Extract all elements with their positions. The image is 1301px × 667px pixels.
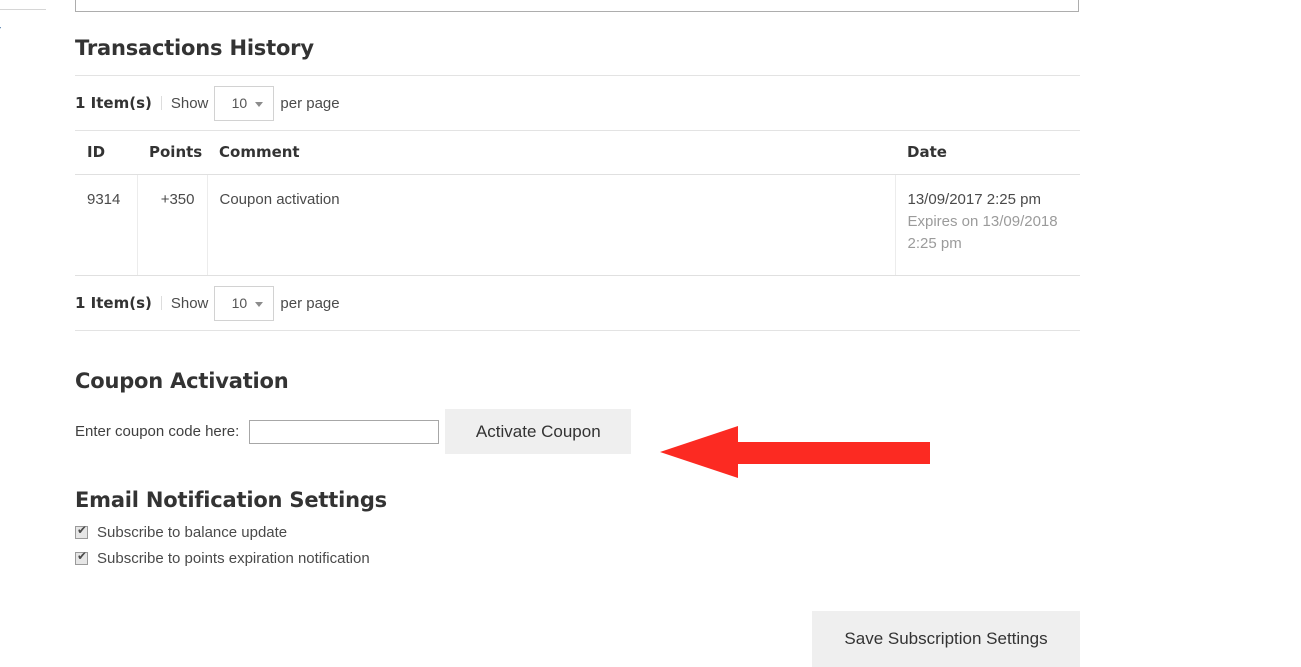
- coupon-code-label: Enter coupon code here:: [75, 423, 240, 440]
- sidebar-divider: [0, 9, 46, 10]
- coupon-code-input[interactable]: [249, 419, 440, 444]
- cell-date-expires: Expires on 13/09/2018 2:25 pm: [907, 213, 1058, 252]
- cell-date-created: 13/09/2017 2:25 pm: [907, 191, 1041, 208]
- sidebar-fragment: r: [0, 0, 46, 60]
- cell-date: 13/09/2017 2:25 pm Expires on 13/09/2018…: [894, 174, 1080, 276]
- subscribe-points-expiration-row[interactable]: ✔ Subscribe to points expiration notific…: [75, 550, 1080, 567]
- pager-bottom-limiter-value: 10: [231, 295, 248, 311]
- pager-top-per-page-label: per page: [280, 94, 340, 112]
- email-notification-settings-title: Email Notification Settings: [75, 488, 387, 512]
- coupon-activation-section: Coupon Activation Enter coupon code here…: [75, 369, 1080, 454]
- pager-top-limiter-value: 10: [231, 95, 248, 111]
- pager-top-item-count: 1 Item(s): [75, 94, 152, 112]
- pager-top-limiter-select[interactable]: 10: [214, 85, 275, 121]
- column-header-date[interactable]: Date: [895, 131, 1080, 175]
- pager-top: 1 Item(s) Show 10 per page: [75, 76, 1080, 130]
- pager-bottom-item-count: 1 Item(s): [75, 294, 152, 312]
- column-header-comment[interactable]: Comment: [207, 131, 895, 175]
- check-icon: ✔: [77, 549, 88, 563]
- column-header-points[interactable]: Points: [137, 131, 207, 175]
- table-header-row: ID Points Comment Date: [75, 131, 1080, 175]
- cell-id: 9314: [75, 174, 138, 276]
- subscribe-points-expiration-label[interactable]: Subscribe to points expiration notificat…: [97, 550, 370, 567]
- subscribe-balance-update-row[interactable]: ✔ Subscribe to balance update: [75, 524, 1080, 541]
- pager-top-separator: [160, 96, 162, 110]
- pager-bottom-separator: [160, 296, 162, 310]
- coupon-activation-title: Coupon Activation: [75, 369, 289, 393]
- pager-bottom: 1 Item(s) Show 10 per page: [75, 276, 1080, 330]
- pager-top-show-label: Show: [170, 94, 209, 112]
- cell-points: +350: [137, 174, 208, 276]
- subscribe-points-expiration-checkbox[interactable]: ✔: [75, 549, 88, 565]
- activate-coupon-button[interactable]: Activate Coupon: [445, 409, 632, 454]
- check-icon: ✔: [77, 523, 88, 537]
- pager-bottom-show-label: Show: [170, 294, 209, 312]
- account-rewards-content: Transactions History 1 Item(s) Show 10 p…: [75, 0, 1080, 567]
- divider-below-pager-bottom: [75, 330, 1080, 331]
- chevron-down-icon: [255, 301, 264, 307]
- subscribe-balance-update-label[interactable]: Subscribe to balance update: [97, 524, 287, 541]
- chevron-down-icon: [255, 101, 264, 107]
- transactions-table: ID Points Comment Date 9314 +350 Coupon …: [75, 131, 1080, 276]
- column-header-id[interactable]: ID: [75, 131, 137, 175]
- coupon-activation-row: Enter coupon code here: Activate Coupon: [75, 409, 1080, 454]
- cell-comment: Coupon activation: [207, 174, 896, 276]
- email-notification-settings-section: Email Notification Settings ✔ Subscribe …: [75, 488, 1080, 567]
- table-row: 9314 +350 Coupon activation 13/09/2017 2…: [75, 174, 1080, 276]
- pager-bottom-per-page-label: per page: [280, 294, 340, 312]
- transactions-history-title: Transactions History: [75, 36, 314, 60]
- subscribe-balance-update-checkbox[interactable]: ✔: [75, 523, 88, 539]
- sidebar-clipped-label[interactable]: r: [0, 22, 6, 40]
- pager-bottom-limiter-select[interactable]: 10: [214, 285, 275, 321]
- save-subscription-settings-button[interactable]: Save Subscription Settings: [812, 611, 1080, 667]
